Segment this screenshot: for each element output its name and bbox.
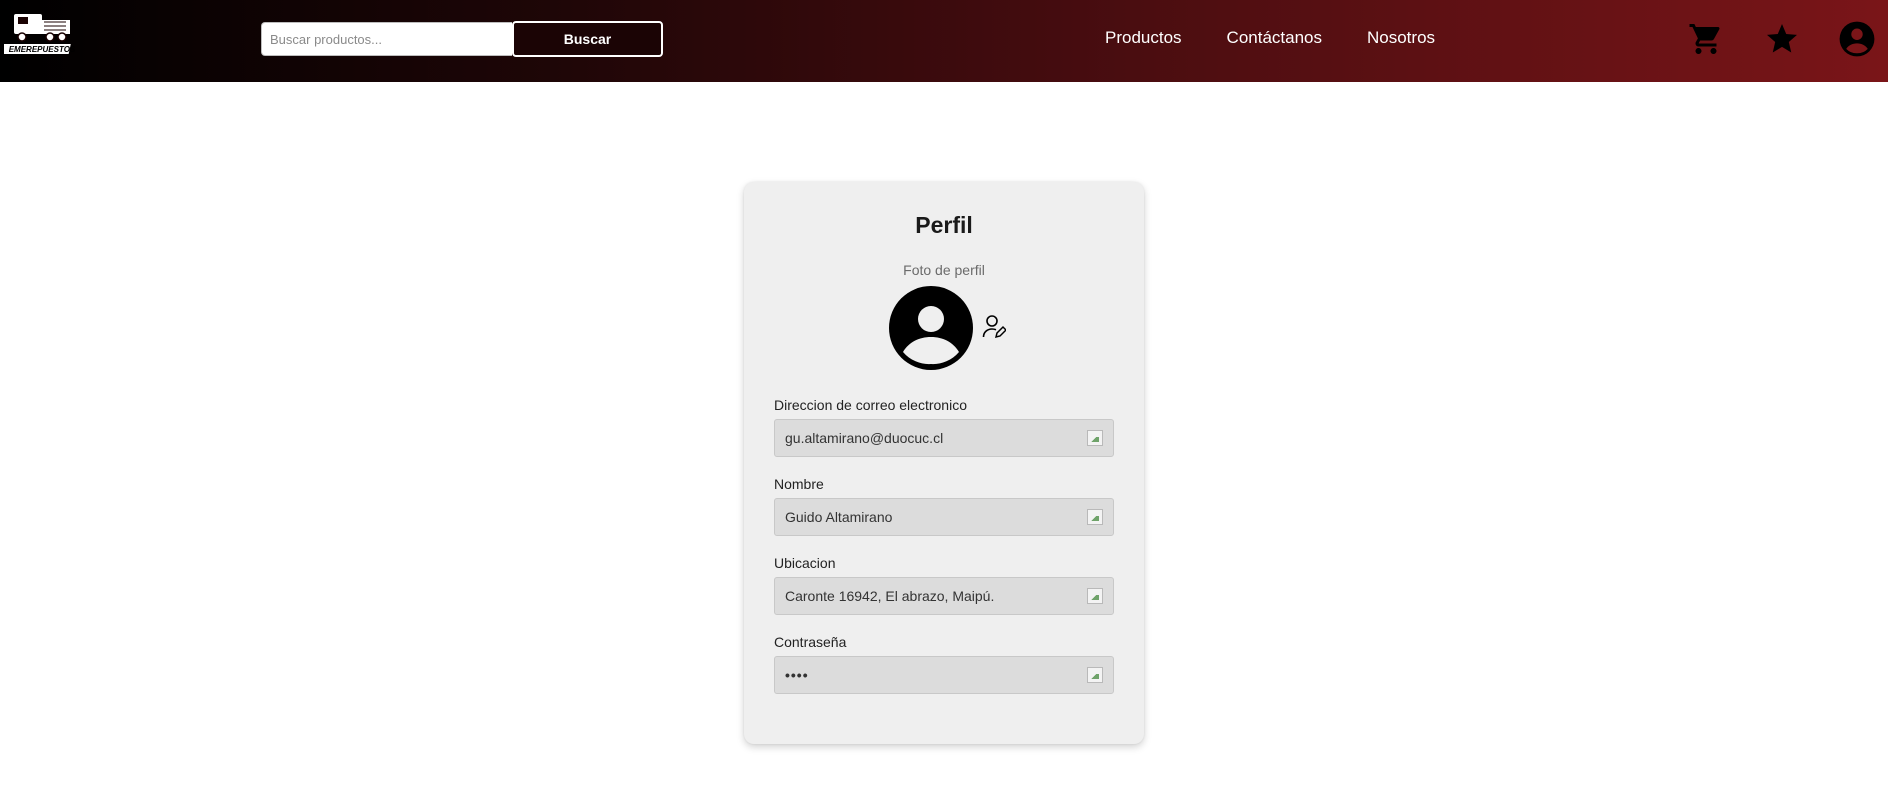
star-icon[interactable] [1763,20,1801,58]
location-field-box [774,577,1114,615]
email-label: Direccion de correo electronico [774,397,967,413]
nav-item-productos[interactable]: Productos [1105,28,1182,48]
edit-location-icon[interactable] [1087,588,1103,604]
search-input[interactable] [261,22,512,56]
edit-profile-photo-icon[interactable] [982,314,1006,340]
email-field-box [774,419,1114,457]
password-label: Contraseña [774,634,847,650]
name-field[interactable] [775,499,1075,535]
nav-item-contactanos[interactable]: Contáctanos [1227,28,1322,48]
page-title: Perfil [915,212,973,238]
search-bar: Buscar [261,21,663,57]
profile-card: Perfil Foto de perfil Direccion de corre… [744,182,1144,744]
edit-password-icon[interactable] [1087,667,1103,683]
password-field[interactable] [775,657,1075,693]
edit-name-icon[interactable] [1087,509,1103,525]
name-field-box [774,498,1114,536]
logo[interactable]: EMEREPUESTOS [4,10,80,58]
password-field-box [774,656,1114,694]
search-button[interactable]: Buscar [512,21,663,57]
account-icon[interactable] [1838,20,1876,58]
edit-email-icon[interactable] [1087,430,1103,446]
top-header: EMEREPUESTOS Buscar Productos Contáctano… [0,0,1888,82]
location-label: Ubicacion [774,555,836,571]
email-field[interactable] [775,420,1075,456]
photo-label: Foto de perfil [903,262,985,278]
avatar-icon [889,286,973,370]
nav-item-nosotros[interactable]: Nosotros [1367,28,1435,48]
location-field[interactable] [775,578,1075,614]
main-nav: Productos Contáctanos Nosotros [1105,28,1435,48]
cart-icon[interactable] [1687,20,1725,58]
logo-text: EMEREPUESTOS [9,45,76,54]
name-label: Nombre [774,476,824,492]
